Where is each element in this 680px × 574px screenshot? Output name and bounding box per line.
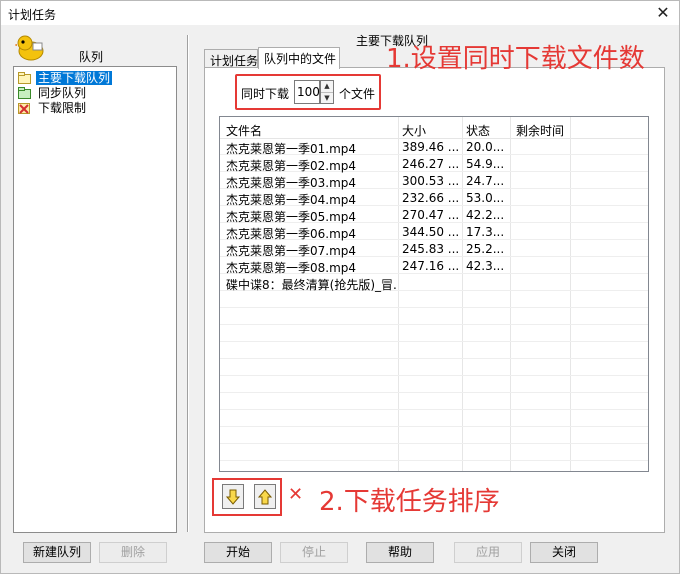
file-status-cell: 54.9...: [466, 157, 505, 171]
empty-row: [220, 343, 648, 359]
title-bar: 计划任务 ✕: [1, 1, 679, 25]
queue-folder-icon: [18, 71, 31, 84]
file-size-cell: 389.46 ...: [402, 140, 458, 154]
arrow-down-icon: [226, 489, 240, 505]
move-up-button[interactable]: [254, 484, 276, 509]
table-row[interactable]: 杰克莱恩第一季05.mp4 270.47 ... 42.2...: [220, 207, 648, 224]
file-size-cell: 232.66 ...: [402, 191, 458, 205]
simultaneous-spinner[interactable]: ▲ ▼: [320, 80, 334, 104]
column-header-name[interactable]: 文件名: [226, 122, 398, 139]
file-status-cell: 42.3...: [466, 259, 505, 273]
empty-row: [220, 428, 648, 444]
file-size-cell: 246.27 ...: [402, 157, 458, 171]
file-size-cell: 270.47 ...: [402, 208, 458, 222]
window-title: 计划任务: [8, 8, 57, 22]
file-name-cell: 杰克莱恩第一季01.mp4: [226, 142, 357, 156]
column-header-remaining[interactable]: 剩余时间: [516, 122, 566, 139]
new-queue-button[interactable]: 新建队列: [23, 542, 91, 563]
file-size-cell: 344.50 ...: [402, 225, 458, 239]
tab-schedule[interactable]: 计划任务: [204, 49, 258, 68]
empty-row: [220, 394, 648, 410]
file-status-cell: 17.3...: [466, 225, 505, 239]
empty-row: [220, 309, 648, 325]
empty-row: [220, 411, 648, 427]
column-header-size[interactable]: 大小: [402, 122, 458, 139]
queue-mascot-icon: [14, 31, 45, 61]
tab-queued-files[interactable]: 队列中的文件: [258, 47, 340, 69]
remove-file-icon[interactable]: ✕: [288, 485, 303, 505]
scheduler-window: 计划任务 ✕ 队列 主要下载队列 同步队列 下载限制 主要下载队列 计划任务 队…: [0, 0, 680, 574]
close-button[interactable]: 关闭: [530, 542, 598, 563]
tree-item-sync-queue[interactable]: 同步队列: [18, 85, 88, 100]
queue-panel-title: 队列: [79, 50, 104, 64]
delete-queue-button[interactable]: 删除: [99, 542, 167, 563]
tree-item-main-queue[interactable]: 主要下载队列: [18, 70, 113, 85]
stop-button[interactable]: 停止: [280, 542, 348, 563]
file-status-cell: 20.0...: [466, 140, 505, 154]
tree-item-download-limit[interactable]: 下载限制: [18, 100, 88, 115]
column-header-status[interactable]: 状态: [466, 122, 508, 139]
file-status-cell: 24.7...: [466, 174, 505, 188]
simultaneous-count-input[interactable]: [294, 80, 320, 104]
queue-tree[interactable]: 主要下载队列 同步队列 下载限制: [13, 66, 177, 533]
empty-row: [220, 360, 648, 376]
file-name-cell: 杰克莱恩第一季03.mp4: [226, 176, 357, 190]
start-button[interactable]: 开始: [204, 542, 272, 563]
tree-item-label: 下载限制: [38, 100, 87, 115]
table-row[interactable]: 杰克莱恩第一季07.mp4 245.83 ... 25.2...: [220, 241, 648, 258]
file-name-cell: 杰克莱恩第一季07.mp4: [226, 244, 357, 258]
file-name-cell: 杰克莱恩第一季04.mp4: [226, 193, 357, 207]
table-row[interactable]: 碟中谍8：最终清算(抢先版)_冒...: [220, 275, 648, 292]
move-down-button[interactable]: [222, 484, 244, 509]
pane-divider: [187, 35, 189, 532]
file-list-header: 文件名 大小 状态 剩余时间: [220, 117, 648, 139]
help-button[interactable]: 帮助: [366, 542, 434, 563]
file-size-cell: 247.16 ...: [402, 259, 458, 273]
table-row[interactable]: 杰克莱恩第一季04.mp4 232.66 ... 53.0...: [220, 190, 648, 207]
simultaneous-label: 同时下载: [241, 87, 290, 101]
limit-x-icon: [18, 102, 31, 114]
spin-down-icon[interactable]: ▼: [321, 92, 333, 103]
close-icon[interactable]: ✕: [653, 3, 673, 23]
tree-item-label: 同步队列: [38, 85, 87, 100]
annotation-step2: 2.下载任务排序: [319, 487, 500, 517]
empty-row: [220, 377, 648, 393]
table-row[interactable]: 杰克莱恩第一季06.mp4 344.50 ... 17.3...: [220, 224, 648, 241]
queue-folder-icon: [18, 86, 31, 99]
queued-file-list[interactable]: 文件名 大小 状态 剩余时间 杰克莱恩第一季01.mp4 389.46 ... 20…: [219, 116, 649, 472]
arrow-up-icon: [258, 489, 272, 505]
empty-row: [220, 462, 648, 471]
table-row[interactable]: 杰克莱恩第一季08.mp4 247.16 ... 42.3...: [220, 258, 648, 275]
file-name-cell: 杰克莱恩第一季02.mp4: [226, 159, 357, 173]
file-name-cell: 碟中谍8：最终清算(抢先版)_冒...: [226, 278, 398, 292]
file-name-cell: 杰克莱恩第一季05.mp4: [226, 210, 357, 224]
empty-row: [220, 292, 648, 308]
file-status-cell: 25.2...: [466, 242, 505, 256]
file-name-cell: 杰克莱恩第一季08.mp4: [226, 261, 357, 275]
file-status-cell: 42.2...: [466, 208, 505, 222]
table-row[interactable]: 杰克莱恩第一季02.mp4 246.27 ... 54.9...: [220, 156, 648, 173]
table-row[interactable]: 杰克莱恩第一季03.mp4 300.53 ... 24.7...: [220, 173, 648, 190]
file-name-cell: 杰克莱恩第一季06.mp4: [226, 227, 357, 241]
file-size-cell: 245.83 ...: [402, 242, 458, 256]
empty-row: [220, 445, 648, 461]
file-status-cell: 53.0...: [466, 191, 505, 205]
spin-up-icon[interactable]: ▲: [321, 81, 333, 92]
table-row[interactable]: 杰克莱恩第一季01.mp4 389.46 ... 20.0...: [220, 139, 648, 156]
file-size-cell: 300.53 ...: [402, 174, 458, 188]
tree-item-label: 主要下载队列: [36, 70, 113, 85]
annotation-step1: 1.设置同时下载文件数: [386, 44, 645, 74]
apply-button[interactable]: 应用: [454, 542, 522, 563]
simultaneous-unit: 个文件: [339, 87, 376, 101]
empty-row: [220, 326, 648, 342]
